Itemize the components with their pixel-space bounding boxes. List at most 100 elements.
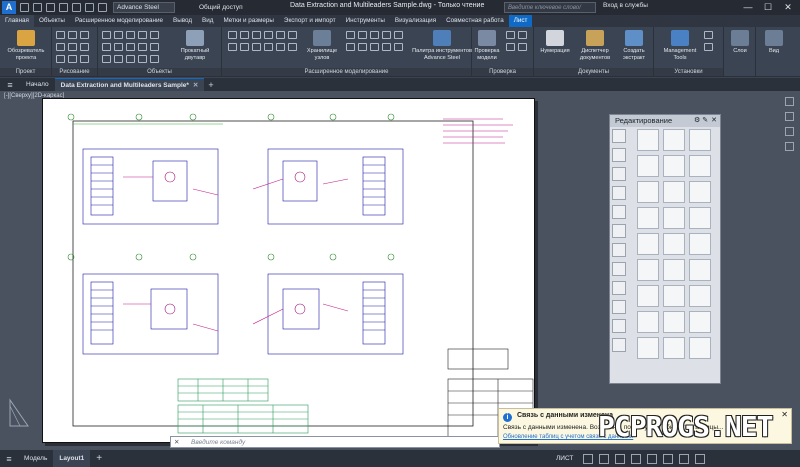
- lineweight-icon[interactable]: [647, 453, 658, 464]
- break-icon[interactable]: [689, 233, 711, 255]
- close-button[interactable]: ✕: [778, 0, 798, 15]
- hamburger-icon[interactable]: ≡: [0, 80, 20, 90]
- layout-sheet[interactable]: [42, 98, 535, 443]
- scale-icon[interactable]: [637, 181, 659, 203]
- tab-sheet[interactable]: Лист: [508, 15, 533, 27]
- grid-icon[interactable]: [102, 43, 111, 51]
- audit-icon[interactable]: [518, 31, 527, 39]
- palette-tab-1[interactable]: [612, 129, 626, 143]
- erase-icon[interactable]: [663, 285, 685, 307]
- trim-icon[interactable]: [637, 233, 659, 255]
- weld-icon[interactable]: [150, 31, 159, 39]
- array-icon[interactable]: [637, 155, 659, 177]
- joint-2-icon[interactable]: [240, 31, 249, 39]
- customize-icon[interactable]: [695, 453, 706, 464]
- joint-9-icon[interactable]: [252, 43, 261, 51]
- new-tab-button[interactable]: +: [208, 80, 213, 90]
- layers-button[interactable]: Слои: [726, 30, 754, 55]
- palette-tab-6[interactable]: [612, 224, 626, 238]
- document-manager-button[interactable]: Диспетчер документов: [576, 30, 614, 61]
- connection-5-icon[interactable]: [394, 31, 403, 39]
- pencil-icon[interactable]: [637, 337, 659, 359]
- palette-tab-2[interactable]: [612, 148, 626, 162]
- palette-tab-10[interactable]: [612, 300, 626, 314]
- polar-icon[interactable]: [615, 453, 626, 464]
- palette-tab-5[interactable]: [612, 205, 626, 219]
- tab-output[interactable]: Вывод: [168, 15, 197, 27]
- login-button[interactable]: Вход в службы: [603, 2, 648, 9]
- rolled-beam-button[interactable]: Прокатный двутавр: [170, 30, 220, 61]
- project-explorer-button[interactable]: Обозреватель проекта: [2, 30, 50, 61]
- tab-advanced-modeling[interactable]: Расширенное моделирование: [70, 15, 168, 27]
- palette-tab-4[interactable]: [612, 186, 626, 200]
- notification-close-icon[interactable]: ✕: [781, 410, 788, 419]
- tab-export-import[interactable]: Экспорт и импорт: [279, 15, 341, 27]
- arc-icon[interactable]: [56, 43, 65, 51]
- fillet-icon[interactable]: [637, 259, 659, 281]
- connection-7-icon[interactable]: [358, 43, 367, 51]
- connection-4-icon[interactable]: [382, 31, 391, 39]
- redo-icon[interactable]: [98, 3, 107, 12]
- print-icon[interactable]: [72, 3, 81, 12]
- steering-wheel-icon[interactable]: [785, 97, 794, 106]
- circle-icon[interactable]: [80, 31, 89, 39]
- palette-title-bar[interactable]: Редактирование ⚙ ✎ ✕: [610, 115, 720, 127]
- joint-1-icon[interactable]: [228, 31, 237, 39]
- tab-visualization[interactable]: Визуализация: [390, 15, 441, 27]
- anchor-icon[interactable]: [114, 43, 123, 51]
- open-file-icon[interactable]: [33, 3, 42, 12]
- blend-icon[interactable]: [689, 337, 711, 359]
- cage-icon[interactable]: [150, 43, 159, 51]
- workspace-select[interactable]: Advance Steel: [113, 2, 175, 13]
- tab-labels-dims[interactable]: Метки и размеры: [218, 15, 278, 27]
- copy-icon[interactable]: [150, 55, 159, 63]
- joint-7-icon[interactable]: [228, 43, 237, 51]
- slice-icon[interactable]: [663, 207, 685, 229]
- annotation-icon[interactable]: [663, 453, 674, 464]
- properties-icon[interactable]: [689, 311, 711, 333]
- numbering-button[interactable]: Нумерация: [536, 30, 574, 55]
- save-icon[interactable]: [46, 3, 55, 12]
- joint-4-icon[interactable]: [264, 31, 273, 39]
- osnap-icon[interactable]: [631, 453, 642, 464]
- tool-palette[interactable]: Редактирование ⚙ ✎ ✕: [609, 114, 721, 384]
- stretch-icon[interactable]: [663, 181, 685, 203]
- tab-model[interactable]: Модель: [18, 450, 53, 467]
- rail-icon[interactable]: [138, 43, 147, 51]
- rotate-icon[interactable]: [663, 155, 685, 177]
- palette-tab-3[interactable]: [612, 167, 626, 181]
- connection-1-icon[interactable]: [346, 31, 355, 39]
- joint-8-icon[interactable]: [240, 43, 249, 51]
- new-file-icon[interactable]: [20, 3, 29, 12]
- tab-home[interactable]: Главная: [0, 15, 34, 27]
- tab-layout1[interactable]: Layout1: [53, 450, 91, 467]
- bolt-icon[interactable]: [138, 31, 147, 39]
- joint-3-icon[interactable]: [252, 31, 261, 39]
- maximize-button[interactable]: ☐: [758, 0, 778, 15]
- palette-settings-icon[interactable]: ⚙ ✎: [694, 115, 708, 127]
- connection-6-icon[interactable]: [346, 43, 355, 51]
- point-icon[interactable]: [80, 55, 89, 63]
- explode-icon[interactable]: [637, 285, 659, 307]
- mirror-icon[interactable]: [689, 155, 711, 177]
- joint-11-icon[interactable]: [276, 43, 285, 51]
- report-icon[interactable]: [518, 43, 527, 51]
- settings-icon[interactable]: [704, 31, 713, 39]
- connection-8-icon[interactable]: [370, 43, 379, 51]
- match-icon[interactable]: [689, 285, 711, 307]
- split-icon[interactable]: [126, 55, 135, 63]
- status-menu-icon[interactable]: ≡: [0, 454, 18, 464]
- palette-close-icon[interactable]: ✕: [711, 115, 717, 127]
- search-input[interactable]: Введите ключевое слово/фразу: [504, 2, 596, 21]
- join-icon[interactable]: [689, 259, 711, 281]
- joint-6-icon[interactable]: [288, 31, 297, 39]
- command-close-icon[interactable]: ✕: [174, 437, 179, 448]
- box-icon[interactable]: [689, 207, 711, 229]
- joint-10-icon[interactable]: [264, 43, 273, 51]
- lengthen-icon[interactable]: [663, 337, 685, 359]
- command-line[interactable]: ✕ Введите команду: [170, 436, 500, 448]
- hatch-icon[interactable]: [80, 43, 89, 51]
- rectangle-icon[interactable]: [68, 43, 77, 51]
- orbit-icon[interactable]: [785, 142, 794, 151]
- connection-3-icon[interactable]: [370, 31, 379, 39]
